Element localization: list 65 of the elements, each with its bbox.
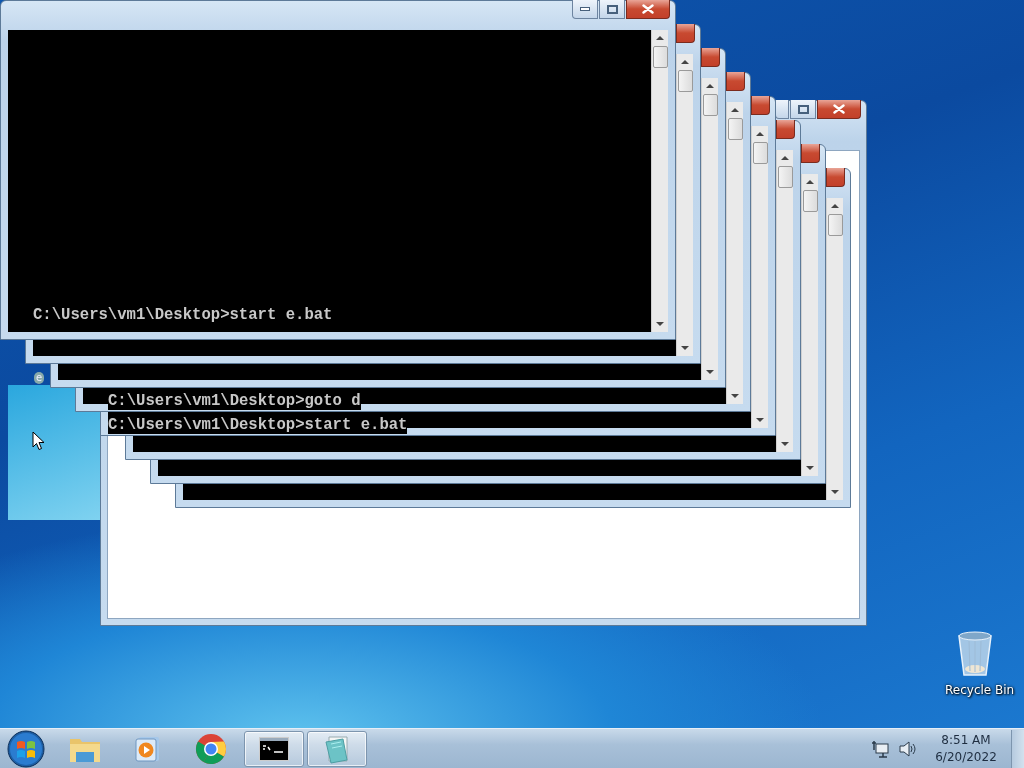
scrollbar-thumb[interactable]	[703, 94, 718, 116]
cursor-icon	[32, 431, 45, 451]
scrollbar-thumb[interactable]	[728, 118, 743, 140]
browser-icon	[195, 732, 227, 765]
close-button[interactable]	[626, 0, 670, 19]
scroll-up-icon	[706, 84, 714, 88]
console-text: C:\Users\vm1\Desktop>start e.bat	[33, 306, 333, 324]
scroll-up-icon	[781, 156, 789, 160]
scrollbar[interactable]	[701, 78, 718, 380]
close-button[interactable]	[701, 48, 720, 67]
maximize-icon	[797, 104, 809, 114]
close-button[interactable]	[676, 24, 695, 43]
close-button[interactable]	[726, 72, 745, 91]
scrollbar-thumb[interactable]	[778, 166, 793, 188]
console-text: C:\Users\vm1\Desktop>start e.bat	[108, 416, 408, 434]
scrollbar[interactable]	[726, 102, 743, 404]
clock-time[interactable]: 8:51 AM	[941, 731, 991, 749]
console-text: C:\Users\vm1\Desktop>goto d	[108, 392, 361, 410]
scroll-down-icon	[706, 370, 714, 374]
scrollbar[interactable]	[801, 174, 818, 476]
play-icon	[135, 734, 161, 763]
start-orb-icon	[6, 728, 46, 768]
scrollbar[interactable]	[751, 126, 768, 428]
scroll-down-icon	[831, 490, 839, 494]
close-button[interactable]	[751, 96, 770, 115]
scrollbar[interactable]	[676, 54, 693, 356]
volume-icon[interactable]	[899, 740, 917, 757]
scrollbar[interactable]	[826, 198, 843, 500]
taskbar-button[interactable]	[244, 730, 304, 767]
close-button[interactable]	[826, 168, 845, 187]
show-desktop-button[interactable]	[1011, 729, 1024, 768]
scrollbar-thumb[interactable]	[803, 190, 818, 212]
maximize-button[interactable]	[790, 100, 816, 119]
icon-label[interactable]: Recycle Bin	[945, 683, 1015, 697]
console-icon	[259, 736, 289, 761]
scrollbar[interactable]	[651, 30, 668, 332]
maximize-button[interactable]	[599, 0, 625, 19]
minimize-icon	[580, 7, 590, 11]
scroll-down-icon	[781, 442, 789, 446]
maximize-icon	[606, 4, 618, 14]
scroll-up-icon	[831, 204, 839, 208]
scroll-down-icon	[681, 346, 689, 350]
scrollbar-thumb[interactable]	[828, 214, 843, 236]
scroll-down-icon	[731, 394, 739, 398]
notepad-icon	[323, 733, 351, 764]
close-icon	[642, 4, 654, 14]
network-icon[interactable]	[871, 739, 889, 758]
close-button[interactable]	[817, 100, 861, 119]
scroll-up-icon	[731, 108, 739, 112]
close-icon	[833, 104, 845, 114]
scroll-down-icon	[656, 322, 664, 326]
scrollbar[interactable]	[776, 150, 793, 452]
scroll-up-icon	[756, 132, 764, 136]
close-button[interactable]	[801, 144, 820, 163]
scroll-up-icon	[681, 60, 689, 64]
scroll-down-icon	[806, 466, 814, 470]
scroll-up-icon	[806, 180, 814, 184]
scrollbar-thumb[interactable]	[678, 70, 693, 92]
scrollbar-thumb[interactable]	[653, 46, 668, 68]
scroll-down-icon	[756, 418, 764, 422]
scrollbar-thumb[interactable]	[753, 142, 768, 164]
minimize-button[interactable]	[572, 0, 598, 19]
scroll-up-icon	[656, 36, 664, 40]
clock-date[interactable]: 6/20/2022	[935, 748, 997, 766]
close-button[interactable]	[776, 120, 795, 139]
